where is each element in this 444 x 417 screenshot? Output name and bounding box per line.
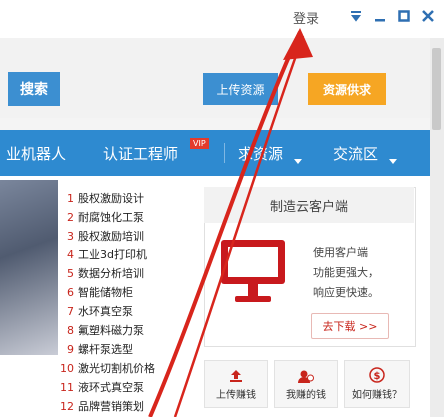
list-item[interactable]: 8 氟塑料磁力泵: [60, 322, 144, 338]
my-earnings-button[interactable]: 我赚的钱: [274, 360, 338, 408]
resource-supply-button[interactable]: 资源供求: [308, 73, 386, 105]
banner-image[interactable]: [0, 180, 58, 355]
chevron-down-icon: [389, 150, 397, 169]
dollar-icon: $: [369, 367, 385, 386]
nav-divider: [224, 143, 225, 163]
list-item[interactable]: 7 水环真空泵: [60, 303, 133, 319]
nav-item-forum[interactable]: 交流区: [333, 143, 378, 164]
client-card-line: 响应更快速。: [313, 286, 379, 299]
search-button[interactable]: 搜索: [8, 72, 60, 106]
nav-item-resources[interactable]: 求资源: [238, 143, 283, 164]
vip-badge: VIP: [190, 138, 209, 149]
nav-item-robots[interactable]: 业机器人: [6, 143, 66, 164]
login-link[interactable]: 登录: [293, 8, 319, 27]
list-item[interactable]: 2 耐腐蚀化工泵: [60, 209, 144, 225]
list-item[interactable]: 9 螺杆泵选型: [60, 341, 133, 357]
menu-icon[interactable]: [349, 8, 363, 22]
minimize-icon[interactable]: [373, 8, 387, 22]
maximize-icon[interactable]: [397, 8, 411, 22]
chevron-down-icon: [294, 150, 302, 169]
list-item[interactable]: 3 股权激励培训: [60, 228, 144, 244]
list-item[interactable]: 10 激光切割机价格: [60, 360, 155, 376]
client-card-line: 功能更强大，: [313, 266, 379, 279]
scrollbar-thumb[interactable]: [432, 48, 441, 130]
nav-item-engineer[interactable]: 认证工程师: [103, 143, 178, 164]
svg-text:$: $: [374, 371, 381, 382]
client-card-line: 使用客户端: [313, 246, 368, 259]
list-item[interactable]: 4 工业3d打印机: [60, 246, 147, 262]
list-item[interactable]: 5 数据分析培训: [60, 265, 144, 281]
download-button[interactable]: 去下载 >>: [311, 313, 389, 339]
list-item[interactable]: 6 智能储物柜: [60, 284, 133, 300]
upload-earn-button[interactable]: 上传赚钱: [204, 360, 268, 408]
list-item[interactable]: 1 股权激励设计: [60, 190, 144, 206]
client-card-title: 制造云客户端: [204, 187, 414, 223]
close-icon[interactable]: [421, 8, 435, 22]
upload-icon: [228, 369, 244, 386]
list-item[interactable]: 12 品牌营销策划: [60, 398, 144, 414]
upload-resource-button[interactable]: 上传资源: [203, 73, 278, 105]
earnings-icon: [298, 369, 314, 386]
how-to-earn-button[interactable]: $ 如何赚钱？: [344, 360, 410, 408]
list-item[interactable]: 11 液环式真空泵: [60, 379, 144, 395]
monitor-icon: [219, 238, 289, 310]
